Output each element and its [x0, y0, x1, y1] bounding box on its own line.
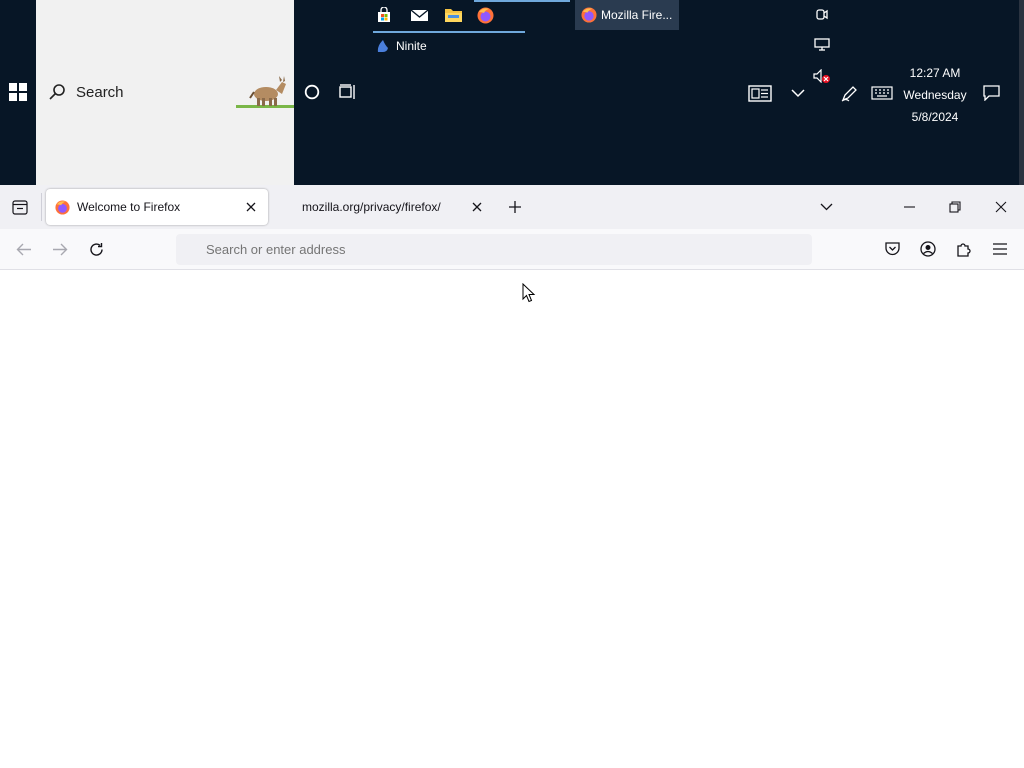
firefox-tab-bar: Welcome to Firefox mozilla.org/privacy/f… [0, 185, 1024, 229]
tray-meet-now-button[interactable] [812, 4, 832, 24]
extensions-button[interactable] [952, 238, 976, 260]
address-bar[interactable] [176, 234, 812, 265]
minimize-button[interactable] [886, 185, 932, 229]
pocket-button[interactable] [880, 238, 904, 260]
taskbar-app-firefox[interactable] [474, 4, 496, 26]
taskbar-search-label: Search [76, 84, 124, 101]
close-window-button[interactable] [978, 185, 1024, 229]
search-highlight-donkey-icon [236, 76, 294, 108]
file-explorer-icon [444, 9, 462, 22]
tab-title: mozilla.org/privacy/firefox/ [302, 200, 441, 214]
firefox-view-icon [12, 199, 28, 215]
tab-close-button[interactable] [468, 198, 486, 216]
reload-icon [89, 242, 103, 256]
clock-time: 12:27 AM [909, 66, 961, 80]
running-indicator [373, 31, 525, 33]
hamburger-menu-icon [993, 243, 1007, 255]
close-icon [246, 202, 256, 212]
keyboard-icon [871, 86, 893, 100]
running-indicator [474, 0, 570, 2]
store-icon [378, 7, 390, 22]
chevron-down-icon [820, 203, 832, 211]
news-and-interests-button[interactable] [746, 82, 774, 104]
camera-icon [816, 8, 828, 20]
touch-keyboard-button[interactable] [868, 82, 896, 104]
firefox-view-button[interactable] [8, 196, 32, 218]
close-icon [995, 201, 1007, 213]
task-view-button[interactable] [336, 80, 360, 104]
clock-date: 5/8/2024 [911, 110, 959, 124]
plus-icon [509, 201, 521, 213]
notification-icon [982, 85, 1000, 101]
close-icon [472, 202, 482, 212]
firefox-icon [477, 7, 493, 23]
taskbar-firefox-window-button[interactable]: Mozilla Fire... [575, 0, 679, 30]
taskbar-edge [1019, 0, 1024, 185]
cortana-circle-icon [304, 84, 320, 100]
account-button[interactable] [916, 238, 940, 260]
ninite-icon [377, 40, 388, 52]
minimize-icon [903, 206, 915, 208]
mouse-cursor-icon [522, 283, 536, 303]
taskbar-app-file-explorer[interactable] [443, 4, 463, 26]
ninite-label: Ninite [396, 39, 427, 53]
list-all-tabs-button[interactable] [814, 196, 838, 218]
pen-icon [841, 86, 857, 102]
back-button[interactable] [12, 238, 36, 260]
arrow-right-icon [53, 243, 68, 255]
tab-welcome-to-firefox[interactable]: Welcome to Firefox [46, 189, 268, 225]
taskbar-ninite-button[interactable]: Ninite [376, 36, 476, 56]
page-content [0, 270, 1024, 768]
tab-close-button[interactable] [242, 198, 260, 216]
mail-icon [410, 8, 428, 21]
tab-mozilla-privacy[interactable]: mozilla.org/privacy/firefox/ [272, 189, 494, 225]
news-icon [748, 84, 772, 102]
firefox-nav-bar [0, 229, 1024, 270]
new-tab-button[interactable] [504, 196, 526, 218]
search-icon [49, 84, 65, 100]
taskbar-clock[interactable]: 12:27 AM Wednesday 5/8/2024 [898, 62, 972, 128]
taskbar: Search Ninite Mozilla Fire... 12:27 AM W… [0, 0, 1024, 185]
windows-ink-button[interactable] [840, 82, 860, 104]
restore-icon [949, 201, 961, 213]
taskbar-app-store[interactable] [374, 4, 394, 26]
firefox-window-label: Mozilla Fire... [601, 8, 673, 22]
tab-divider [41, 193, 42, 221]
reload-button[interactable] [84, 238, 108, 260]
account-icon [920, 241, 936, 257]
restore-button[interactable] [932, 185, 978, 229]
start-button[interactable] [0, 80, 36, 104]
task-view-icon [339, 84, 355, 99]
action-center-button[interactable] [980, 82, 1002, 104]
taskbar-search-box[interactable]: Search [36, 0, 294, 185]
cortana-button[interactable] [300, 80, 324, 104]
tray-volume-button[interactable] [812, 66, 832, 86]
forward-button[interactable] [48, 238, 72, 260]
chevron-down-icon [791, 88, 805, 97]
volume-muted-icon [813, 69, 830, 83]
tab-title: Welcome to Firefox [77, 200, 181, 214]
pocket-icon [884, 242, 900, 256]
network-icon [814, 38, 830, 51]
address-input[interactable] [206, 234, 786, 265]
arrow-left-icon [16, 243, 31, 255]
firefox-icon [581, 7, 597, 23]
taskbar-app-mail[interactable] [409, 4, 429, 26]
puzzle-icon [957, 243, 971, 257]
firefox-icon [55, 200, 70, 215]
show-hidden-icons-button[interactable] [788, 82, 808, 104]
windows-logo-icon [9, 83, 27, 101]
tray-network-button[interactable] [812, 35, 832, 55]
clock-day: Wednesday [903, 88, 967, 102]
app-menu-button[interactable] [988, 238, 1012, 260]
